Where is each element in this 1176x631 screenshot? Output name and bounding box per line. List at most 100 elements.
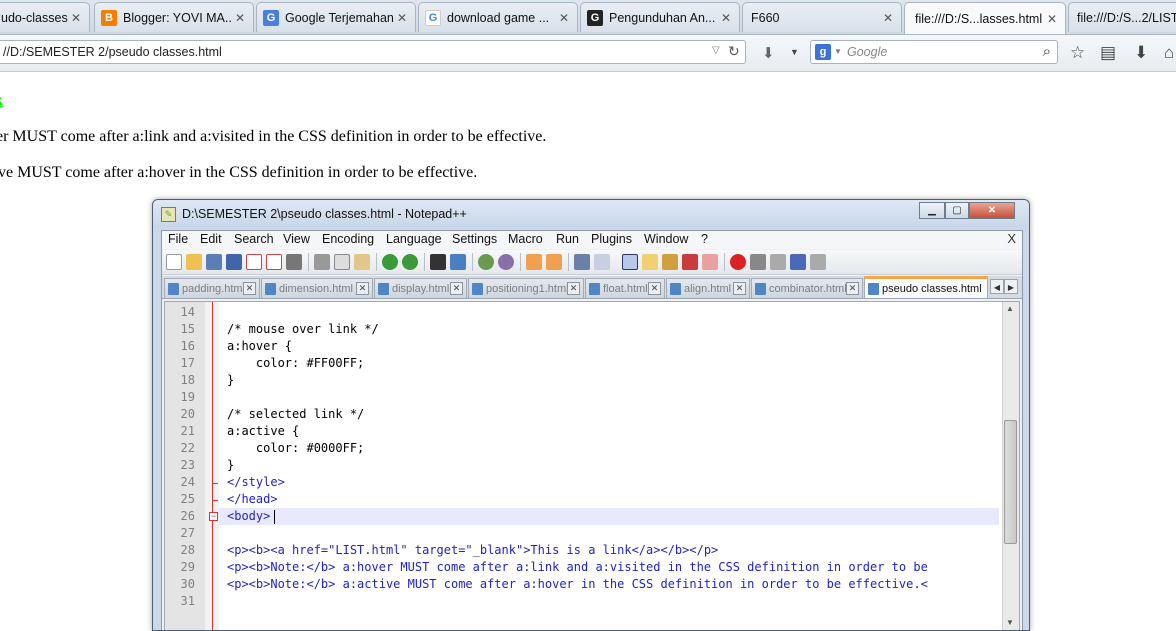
browser-tab-download-game[interactable]: G download game ... ✕	[418, 2, 578, 32]
udl-icon[interactable]	[642, 254, 658, 270]
doc-map-icon[interactable]	[662, 254, 678, 270]
doc-tab-combinator[interactable]: combinator.html ✕	[751, 278, 863, 298]
sync-vertical-icon[interactable]	[526, 254, 542, 270]
browser-tab-list-file[interactable]: file:///D:/S...2/LIST.html	[1068, 2, 1176, 32]
doc-tab-pseudo-classes[interactable]: pseudo classes.html	[864, 276, 988, 298]
scrollbar-thumb[interactable]	[1004, 420, 1017, 544]
download-dropdown-icon[interactable]: ▼	[790, 47, 799, 57]
browser-tab-google-translate[interactable]: G Google Terjemahan ✕	[256, 2, 416, 32]
url-history-dropdown-icon[interactable]: ▽	[712, 45, 720, 56]
paste-icon[interactable]	[354, 254, 370, 270]
scroll-down-icon[interactable]: ▼	[1006, 618, 1014, 627]
doc-tab-align[interactable]: align.html ✕	[666, 278, 750, 298]
reload-icon[interactable]: ↻	[728, 43, 740, 60]
download-icon[interactable]: ⬇	[762, 44, 775, 62]
redo-icon[interactable]	[402, 254, 418, 270]
tab-close-icon[interactable]: ✕	[557, 11, 571, 25]
menu-edit[interactable]: Edit	[200, 232, 222, 246]
copy-icon[interactable]	[334, 254, 350, 270]
close-tab-icon[interactable]: ✕	[243, 282, 256, 295]
tab-scroll-left-icon[interactable]: ◀	[990, 279, 1004, 294]
menu-macro[interactable]: Macro	[508, 232, 543, 246]
sync-horizontal-icon[interactable]	[546, 254, 562, 270]
close-tab-icon[interactable]: ✕	[846, 282, 859, 295]
menu-plugins[interactable]: Plugins	[591, 232, 632, 246]
menu-language[interactable]: Language	[386, 232, 442, 246]
menu-run[interactable]: Run	[556, 232, 579, 246]
doc-tab-positioning1[interactable]: positioning1.html ✕	[468, 278, 584, 298]
tab-close-icon[interactable]: ✕	[69, 11, 83, 25]
menu-view[interactable]: View	[283, 232, 310, 246]
close-tab-icon[interactable]: ✕	[733, 282, 746, 295]
save-icon[interactable]	[206, 254, 222, 270]
url-bar[interactable]: //D:/SEMESTER 2/pseudo classes.html	[0, 40, 746, 64]
tab-close-icon[interactable]: ✕	[233, 11, 247, 25]
downloads-arrow-icon[interactable]: ⬇	[1134, 43, 1148, 63]
maximize-button[interactable]: ▢	[945, 202, 969, 219]
minimize-button[interactable]: ▁	[919, 202, 945, 219]
tab-close-icon[interactable]: ✕	[719, 11, 733, 25]
folder-workspace-icon[interactable]	[702, 254, 718, 270]
browser-tab-pengunduhan[interactable]: G Pengunduhan An... ✕	[580, 2, 740, 32]
browser-tab-pseudo-classes[interactable]: udo-classes ✕	[0, 2, 90, 32]
replace-icon[interactable]	[450, 254, 466, 270]
home-icon[interactable]: ⌂	[1164, 43, 1174, 63]
show-all-chars-icon[interactable]	[594, 254, 610, 270]
search-engine-dropdown-icon[interactable]: ▼	[834, 47, 842, 56]
menu-settings[interactable]: Settings	[452, 232, 497, 246]
notepad-title-bar[interactable]: ✎ D:\SEMESTER 2\pseudo classes.html - No…	[153, 200, 1029, 228]
save-macro-icon[interactable]	[810, 254, 826, 270]
close-tab-icon[interactable]: ✕	[450, 282, 463, 295]
find-icon[interactable]	[430, 254, 446, 270]
vertical-scrollbar[interactable]: ▲ ▼	[1002, 302, 1019, 630]
print-icon[interactable]	[286, 254, 302, 270]
browser-tab-f660[interactable]: F660 ✕	[742, 2, 902, 32]
close-document-icon[interactable]: X	[1007, 231, 1016, 246]
code-editor[interactable]: 14 15 /* mouse over link */ 16 a:hover { 1…	[164, 301, 1020, 630]
menu-file[interactable]: File	[168, 232, 188, 246]
stop-macro-icon[interactable]	[750, 254, 766, 270]
google-icon[interactable]: g	[815, 44, 831, 60]
search-box[interactable]: g ▼ Google ⌕	[810, 40, 1058, 64]
tab-close-icon[interactable]: ✕	[1045, 12, 1059, 26]
tab-title: file:///D:/S...2/LIST.html	[1077, 10, 1176, 25]
close-file-icon[interactable]	[246, 254, 262, 270]
browser-tab-blogger[interactable]: B Blogger: YOVI MA... ✕	[94, 2, 254, 32]
cut-icon[interactable]	[314, 254, 330, 270]
search-icon[interactable]: ⌕	[1043, 43, 1051, 60]
doc-tab-padding[interactable]: padding.html ✕	[164, 278, 260, 298]
scroll-up-icon[interactable]: ▲	[1006, 304, 1014, 313]
doc-tab-display[interactable]: display.html ✕	[374, 278, 467, 298]
page-link[interactable]: k	[0, 92, 3, 110]
function-list-icon[interactable]	[682, 254, 698, 270]
bookmark-star-icon[interactable]: ☆	[1070, 43, 1085, 63]
zoom-in-icon[interactable]	[478, 254, 494, 270]
doc-tab-float[interactable]: float.html ✕	[585, 278, 665, 298]
tab-scroll-right-icon[interactable]: ▶	[1004, 279, 1018, 294]
open-file-icon[interactable]	[186, 254, 202, 270]
tab-close-icon[interactable]: ✕	[881, 11, 895, 25]
close-tab-icon[interactable]: ✕	[648, 282, 661, 295]
new-file-icon[interactable]	[166, 254, 182, 270]
fold-collapse-icon[interactable]: −	[209, 512, 218, 521]
menu-encoding[interactable]: Encoding	[322, 232, 374, 246]
close-tab-icon[interactable]: ✕	[356, 282, 369, 295]
play-macro-icon[interactable]	[770, 254, 786, 270]
close-tab-icon[interactable]: ✕	[567, 282, 580, 295]
bookmarks-list-icon[interactable]: ▤	[1100, 43, 1116, 63]
word-wrap-icon[interactable]	[574, 254, 590, 270]
indent-guide-icon[interactable]	[622, 254, 638, 270]
record-macro-icon[interactable]	[730, 254, 746, 270]
tab-close-icon[interactable]: ✕	[395, 11, 409, 25]
doc-tab-dimension[interactable]: dimension.html ✕	[261, 278, 373, 298]
browser-tab-pseudo-classes-file[interactable]: file:///D:/S...lasses.html ✕	[904, 2, 1066, 34]
save-all-icon[interactable]	[226, 254, 242, 270]
menu-help[interactable]: ?	[701, 232, 708, 246]
run-macro-multiple-icon[interactable]	[790, 254, 806, 270]
menu-window[interactable]: Window	[644, 232, 688, 246]
close-button[interactable]: ✕	[969, 202, 1015, 219]
close-all-icon[interactable]	[266, 254, 282, 270]
menu-search[interactable]: Search	[234, 232, 274, 246]
zoom-out-icon[interactable]	[498, 254, 514, 270]
undo-icon[interactable]	[382, 254, 398, 270]
